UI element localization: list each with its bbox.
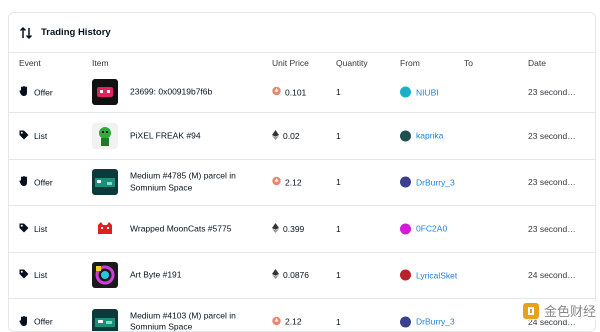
date-value[interactable]: 23 second… (528, 224, 576, 234)
table-row[interactable]: List PiXEL FREAK #94 0.02 1 kaprika 23 second… (9, 112, 595, 159)
col-unit-price: Unit Price (272, 58, 309, 68)
event-label: Offer (34, 177, 53, 187)
col-item: Item (92, 58, 109, 68)
unit-price: 0.0876 (272, 269, 309, 281)
item-name-link[interactable]: Medium #4103 (M) parcel in Somnium Space (130, 310, 255, 332)
unit-price: 0.101 (272, 87, 306, 98)
sort-arrows-icon (19, 26, 33, 40)
from-user[interactable]: LyricalSket (400, 270, 462, 281)
weth-icon (272, 177, 285, 188)
table-row[interactable]: Offer Medium #4785 (M) parcel in Somnium … (9, 159, 595, 206)
avatar (400, 270, 411, 281)
from-user[interactable]: 0FC2A0 (400, 223, 462, 234)
avatar (400, 130, 411, 141)
item-thumbnail[interactable] (92, 309, 118, 332)
from-user[interactable]: kaprika (400, 130, 462, 141)
price-value: 0.399 (283, 224, 304, 234)
item-thumbnail[interactable] (92, 169, 118, 195)
tag-icon (19, 223, 34, 235)
event-label: List (34, 270, 47, 280)
hand-icon (19, 176, 34, 189)
item-name-link[interactable]: PiXEL FREAK #94 (130, 130, 255, 141)
item-name-link[interactable]: 23699: 0x00919b7f6b (130, 86, 255, 97)
table-row[interactable]: OfferMedium #4103 (M) parcel in Somnium … (9, 298, 595, 332)
item-name-link[interactable]: Art Byte #191 (130, 270, 255, 281)
tag-icon (19, 130, 34, 142)
col-date: Date (528, 58, 546, 68)
quantity-value: 1 (336, 270, 341, 280)
watermark: 金色财经 (522, 301, 596, 320)
weth-icon (272, 87, 285, 98)
quantity-value: 1 (336, 177, 341, 187)
panel-header[interactable]: Trading History (9, 13, 595, 53)
event-cell: Offer (19, 176, 53, 189)
quantity-value: 1 (336, 131, 341, 141)
unit-price: 0.02 (272, 130, 300, 142)
item-thumbnail[interactable] (92, 216, 118, 242)
event-label: Offer (34, 87, 53, 97)
event-cell: Offer (19, 86, 53, 99)
table-row[interactable]: Offer 23699: 0x00919b7f6b 0.101 1 NIUBI 23 se… (9, 72, 595, 112)
eth-icon (272, 223, 283, 235)
from-user-link[interactable]: DrBurry_3 (416, 177, 455, 187)
item-thumbnail[interactable] (92, 79, 118, 105)
price-value: 0.0876 (283, 270, 309, 280)
price-value: 0.02 (283, 131, 300, 141)
date-value[interactable]: 23 second… (528, 87, 576, 97)
item-name-link[interactable]: Medium #4785 (M) parcel in Somnium Space (130, 171, 255, 194)
item-thumbnail[interactable] (92, 123, 118, 149)
trading-history-panel: Trading History Event Item Unit Price Qu… (8, 12, 596, 332)
avatar (400, 177, 411, 188)
hand-icon (19, 86, 34, 99)
quantity-value: 1 (336, 87, 341, 97)
eth-icon (272, 269, 283, 281)
date-value[interactable]: 23 second… (528, 177, 576, 187)
unit-price: 2.12 (272, 177, 302, 188)
from-user[interactable]: NIUBI (400, 87, 462, 98)
date-value[interactable]: 23 second… (528, 131, 576, 141)
event-cell: List (19, 223, 47, 235)
from-user[interactable]: DrBurry_3 (400, 177, 462, 188)
col-event: Event (19, 58, 41, 68)
tag-icon (19, 269, 34, 281)
event-label: List (34, 131, 47, 141)
from-user-link[interactable]: NIUBI (416, 87, 439, 97)
eth-icon (272, 130, 283, 142)
event-cell: List (19, 130, 47, 142)
price-value: 0.101 (285, 87, 306, 97)
price-value: 2.12 (285, 177, 302, 187)
table-row[interactable]: List Art Byte #191 0.0876 1 LyricalSket 24 se… (9, 252, 595, 299)
date-value[interactable]: 24 second… (528, 270, 576, 280)
avatar (400, 223, 411, 234)
from-user-link[interactable]: LyricalSket (416, 270, 457, 280)
watermark-text: 金色财经 (544, 301, 596, 320)
table-header: Event Item Unit Price Quantity From To D… (9, 54, 595, 72)
panel-title: Trading History (41, 27, 111, 38)
item-thumbnail[interactable] (92, 262, 118, 288)
col-to: To (464, 58, 473, 68)
event-cell: List (19, 269, 47, 281)
col-from: From (400, 58, 420, 68)
watermark-logo-icon (522, 302, 540, 320)
table-row[interactable]: List Wrapped MoonCats #5775 0.399 1 0FC2A0 23… (9, 205, 595, 252)
unit-price: 0.399 (272, 223, 304, 235)
table-body: Offer 23699: 0x00919b7f6b 0.101 1 NIUBI 23 se… (9, 72, 595, 332)
from-user-link[interactable]: 0FC2A0 (416, 224, 447, 234)
quantity-value: 1 (336, 224, 341, 234)
avatar (400, 87, 411, 98)
event-label: List (34, 224, 47, 234)
item-name-link[interactable]: Wrapped MoonCats #5775 (130, 223, 255, 234)
from-user-link[interactable]: kaprika (416, 131, 443, 141)
col-quantity: Quantity (336, 58, 368, 68)
